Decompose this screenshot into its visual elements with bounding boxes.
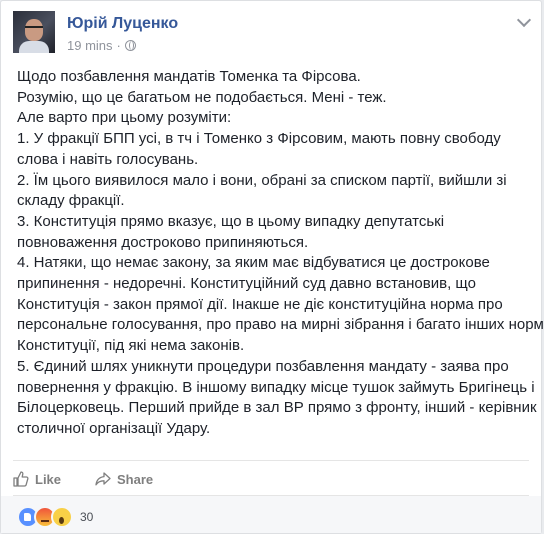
post-line: Конституції, під які нема законів. — [17, 337, 245, 355]
post-line: Щодо позбавлення мандатів Томенка та Фір… — [17, 68, 361, 85]
post-line: 5. Єдиний шлях уникнути процедури позбав… — [17, 357, 509, 375]
post-meta: 19 mins · — [67, 38, 136, 53]
post-line: персональне голосування, про право на ми… — [17, 316, 544, 334]
globe-icon — [124, 40, 136, 51]
post-line: повернення у фракцію. В іншому випадку м… — [17, 378, 535, 396]
author-name[interactable]: Юрій Луценко — [67, 15, 178, 33]
post-line: 1. У фракції БПП усі, в тч і Томенко з Ф… — [17, 130, 501, 148]
share-button[interactable]: Share — [95, 471, 153, 487]
avatar[interactable] — [13, 11, 55, 53]
post-line: Розумію, що це багатьом не подобається. … — [17, 88, 387, 106]
reactions-bar: 30 — [1, 496, 541, 533]
post-line: складу фракції. — [17, 192, 125, 210]
share-icon — [95, 472, 111, 486]
post-body: Щодо позбавлення мандатів Томенка та Фір… — [17, 67, 544, 440]
post-time[interactable]: 19 mins — [67, 38, 113, 53]
post-line: 3. Конституція прямо вказує, що в цьому … — [17, 212, 445, 230]
post-line: слова і навіть голосувань. — [17, 150, 199, 168]
post-header: Юрій Луценко 19 mins · — [13, 11, 533, 59]
thumbs-up-icon — [13, 471, 29, 487]
post-line: Але варто при цьому розуміти: — [17, 109, 232, 127]
post-card: Юрій Луценко 19 mins · Щодо позбавлення … — [0, 0, 544, 534]
like-button[interactable]: Like — [13, 471, 61, 487]
post-line: столичної організації Удару. — [17, 419, 211, 437]
actions-divider — [13, 460, 529, 461]
post-line: Білоцерковець. Перший прийде в зал ВР пр… — [17, 399, 537, 417]
post-line: повноваження достроково припиняються. — [17, 233, 309, 251]
post-line: 2. Їм цього виявилося мало і вони, обран… — [17, 171, 507, 189]
avatar-shirt — [19, 41, 49, 53]
post-meta-dot: · — [116, 38, 121, 53]
reaction-count[interactable]: 30 — [80, 510, 93, 524]
post-line: 4. Натяки, що немає закону, за яким має … — [17, 254, 490, 272]
action-bar: Like Share — [13, 467, 153, 491]
avatar-glasses — [25, 26, 43, 32]
wow-reaction-icon — [51, 506, 73, 528]
reaction-summary[interactable]: 30 — [17, 506, 93, 528]
post-line: Конституція - закон прямої дії. Інакше н… — [17, 295, 503, 313]
share-label: Share — [117, 471, 154, 487]
post-line: припинення - недоречні. Конституційний с… — [17, 275, 476, 293]
like-label: Like — [35, 471, 62, 487]
